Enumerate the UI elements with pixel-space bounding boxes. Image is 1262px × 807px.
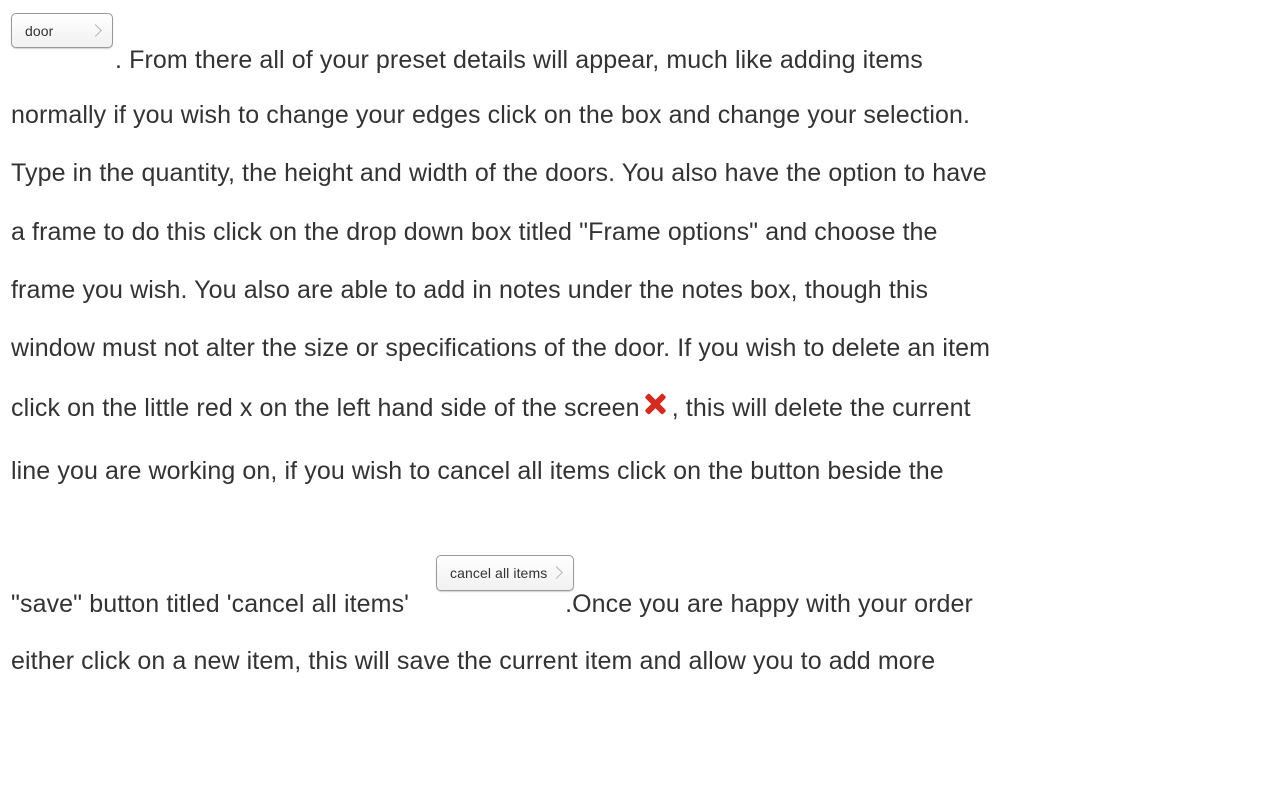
cancel-all-items-button-label: cancel all items <box>450 565 548 581</box>
door-button-label: door <box>25 22 54 39</box>
paragraph-line-7: click on the little red x on the left ha… <box>11 391 971 423</box>
door-button[interactable]: door <box>11 13 113 48</box>
line-9-text-before: "save" button titled 'cancel all items' <box>11 590 410 618</box>
line-7-text-before: click on the little red x on the left ha… <box>11 394 640 422</box>
paragraph-line-10: either click on a new item, this will sa… <box>11 647 936 675</box>
paragraph-line-8: line you are working on, if you wish to … <box>11 457 944 485</box>
paragraph-line-9: "save" button titled 'cancel all items'.… <box>11 589 973 619</box>
paragraph-line-6: window must not alter the size or specif… <box>11 334 991 362</box>
paragraph-line-5: frame you wish. You also are able to add… <box>11 276 929 304</box>
cancel-all-items-button[interactable]: cancel all items <box>436 555 574 591</box>
paragraph-line-2: normally if you wish to change your edge… <box>11 101 971 129</box>
paragraph-line-3: Type in the quantity, the height and wid… <box>11 159 987 187</box>
line-7-text-after: , this will delete the current <box>671 394 971 422</box>
chevron-right-icon <box>550 566 563 579</box>
paragraph-line-1: . From there all of your preset details … <box>115 46 923 74</box>
chevron-right-icon <box>89 23 102 37</box>
line-9-text-after: .Once you are happy with your order <box>565 590 973 618</box>
red-x-delete-icon <box>642 391 668 417</box>
paragraph-line-4: a frame to do this click on the drop dow… <box>11 218 938 246</box>
